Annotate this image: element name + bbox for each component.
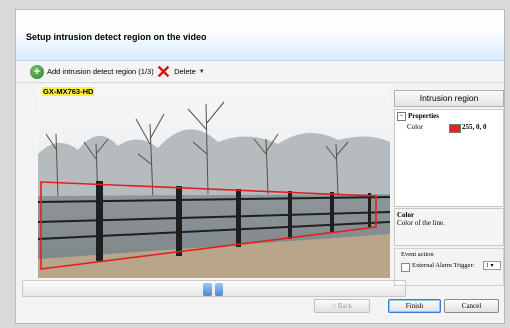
color-swatch[interactable] bbox=[449, 124, 461, 133]
dialog-header: Setup intrusion detect region on the vid… bbox=[16, 10, 504, 61]
camera-label: GX-MX763-HD bbox=[42, 87, 95, 96]
back-button[interactable]: < Back bbox=[314, 299, 370, 313]
event-action-title: Event action bbox=[401, 251, 434, 258]
color-property-label: Color bbox=[407, 123, 423, 131]
description-text: Color of the line. bbox=[397, 219, 445, 227]
dropdown-arrow-icon[interactable]: ▼ bbox=[199, 69, 205, 75]
property-grid[interactable]: − Properties Color 255, 0, 0 bbox=[394, 109, 504, 207]
add-region-label: Add intrusion detect region (1/3) bbox=[47, 67, 154, 76]
delete-label: Delete bbox=[174, 67, 196, 76]
color-property-value[interactable]: 255, 0, 0 bbox=[462, 123, 487, 131]
event-action-group: Event action External Alarm Trigger: 1 ▾ bbox=[394, 248, 504, 286]
setup-dialog: Setup intrusion detect region on the vid… bbox=[15, 9, 505, 324]
playback-bar[interactable] bbox=[22, 280, 406, 297]
external-alarm-checkbox[interactable] bbox=[401, 263, 410, 272]
intrusion-region-header: Intrusion region bbox=[394, 90, 504, 107]
dialog-title: Setup intrusion detect region on the vid… bbox=[26, 32, 207, 42]
toolbar: + Add intrusion detect region (1/3) ✕ De… bbox=[16, 61, 504, 83]
video-scene bbox=[38, 84, 390, 278]
collapse-icon[interactable]: − bbox=[397, 112, 406, 121]
delete-button[interactable]: ✕ Delete ▼ bbox=[156, 61, 205, 82]
video-preview[interactable]: GX-MX763-HD bbox=[38, 84, 390, 278]
delete-x-icon: ✕ bbox=[156, 61, 172, 82]
alarm-trigger-select[interactable]: 1 ▾ bbox=[483, 261, 501, 270]
external-alarm-label: External Alarm Trigger: bbox=[412, 262, 475, 269]
cancel-button[interactable]: Cancel bbox=[444, 299, 499, 313]
add-icon: + bbox=[30, 64, 44, 79]
finish-button[interactable]: Finish bbox=[388, 299, 441, 313]
add-region-button[interactable]: + Add intrusion detect region (1/3) bbox=[30, 63, 154, 80]
property-description: Color Color of the line. bbox=[394, 208, 504, 246]
pause-icon[interactable] bbox=[203, 283, 223, 296]
description-heading: Color bbox=[397, 211, 415, 219]
property-panel: Intrusion region − Properties Color 255, … bbox=[392, 82, 504, 286]
properties-section[interactable]: − Properties bbox=[397, 112, 439, 121]
